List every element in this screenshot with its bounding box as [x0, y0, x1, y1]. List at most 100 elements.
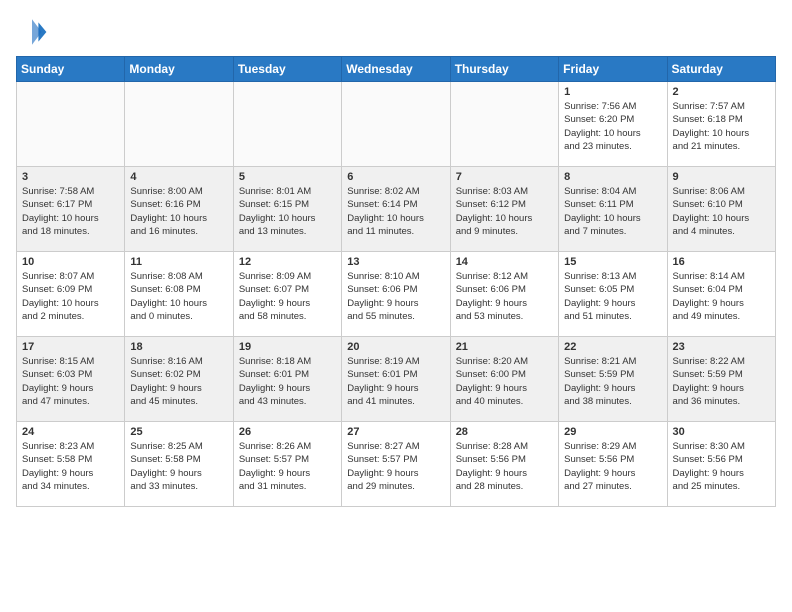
- calendar-week-row: 17 Sunrise: 8:15 AM Sunset: 6:03 PM Dayli…: [17, 337, 776, 422]
- day-number: 4: [130, 171, 227, 183]
- calendar-week-row: 3Sunrise: 7:58 AM Sunset: 6:17 PM Daylig…: [17, 167, 776, 252]
- day-info: Sunrise: 8:09 AM Sunset: 6:07 PM Dayligh…: [239, 270, 336, 323]
- calendar-week-row: 10Sunrise: 8:07 AM Sunset: 6:09 PM Dayli…: [17, 252, 776, 337]
- weekday-header: Tuesday: [233, 57, 341, 82]
- calendar-day-cell: 4 Sunrise: 8:00 AM Sunset: 6:16 PM Daylig…: [125, 167, 233, 252]
- day-info: Sunrise: 8:21 AM Sunset: 5:59 PM Dayligh…: [564, 355, 661, 408]
- calendar-day-cell: 16 Sunrise: 8:14 AM Sunset: 6:04 PM Dayli…: [667, 252, 775, 337]
- day-info: Sunrise: 8:13 AM Sunset: 6:05 PM Dayligh…: [564, 270, 661, 323]
- day-number: 11: [130, 256, 227, 268]
- day-info: Sunrise: 8:00 AM Sunset: 6:16 PM Dayligh…: [130, 185, 227, 238]
- day-number: 25: [130, 426, 227, 438]
- calendar-day-cell: 28 Sunrise: 8:28 AM Sunset: 5:56 PM Dayli…: [450, 422, 558, 507]
- day-number: 12: [239, 256, 336, 268]
- day-info: Sunrise: 8:28 AM Sunset: 5:56 PM Dayligh…: [456, 440, 553, 493]
- day-info: Sunrise: 7:58 AM Sunset: 6:17 PM Dayligh…: [22, 185, 119, 238]
- calendar-day-cell: [342, 82, 450, 167]
- logo: [16, 16, 52, 48]
- calendar-day-cell: 17 Sunrise: 8:15 AM Sunset: 6:03 PM Dayli…: [17, 337, 125, 422]
- day-number: 24: [22, 426, 119, 438]
- weekday-header: Sunday: [17, 57, 125, 82]
- day-info: Sunrise: 8:27 AM Sunset: 5:57 PM Dayligh…: [347, 440, 444, 493]
- calendar-day-cell: [450, 82, 558, 167]
- day-number: 19: [239, 341, 336, 353]
- day-info: Sunrise: 8:07 AM Sunset: 6:09 PM Dayligh…: [22, 270, 119, 323]
- calendar-day-cell: [125, 82, 233, 167]
- calendar-day-cell: 24 Sunrise: 8:23 AM Sunset: 5:58 PM Dayli…: [17, 422, 125, 507]
- day-info: Sunrise: 8:26 AM Sunset: 5:57 PM Dayligh…: [239, 440, 336, 493]
- calendar-day-cell: 13 Sunrise: 8:10 AM Sunset: 6:06 PM Dayli…: [342, 252, 450, 337]
- calendar: SundayMondayTuesdayWednesdayThursdayFrid…: [16, 56, 776, 507]
- weekday-header: Saturday: [667, 57, 775, 82]
- day-info: Sunrise: 7:56 AM Sunset: 6:20 PM Dayligh…: [564, 100, 661, 153]
- day-number: 21: [456, 341, 553, 353]
- calendar-day-cell: 25 Sunrise: 8:25 AM Sunset: 5:58 PM Dayli…: [125, 422, 233, 507]
- day-info: Sunrise: 8:03 AM Sunset: 6:12 PM Dayligh…: [456, 185, 553, 238]
- calendar-day-cell: [17, 82, 125, 167]
- day-info: Sunrise: 8:01 AM Sunset: 6:15 PM Dayligh…: [239, 185, 336, 238]
- day-info: Sunrise: 8:20 AM Sunset: 6:00 PM Dayligh…: [456, 355, 553, 408]
- day-number: 5: [239, 171, 336, 183]
- calendar-day-cell: 29 Sunrise: 8:29 AM Sunset: 5:56 PM Dayli…: [559, 422, 667, 507]
- day-number: 17: [22, 341, 119, 353]
- day-info: Sunrise: 8:08 AM Sunset: 6:08 PM Dayligh…: [130, 270, 227, 323]
- day-number: 8: [564, 171, 661, 183]
- day-number: 30: [673, 426, 770, 438]
- calendar-day-cell: [233, 82, 341, 167]
- day-number: 7: [456, 171, 553, 183]
- logo-icon: [16, 16, 48, 48]
- day-info: Sunrise: 8:15 AM Sunset: 6:03 PM Dayligh…: [22, 355, 119, 408]
- day-info: Sunrise: 8:23 AM Sunset: 5:58 PM Dayligh…: [22, 440, 119, 493]
- day-info: Sunrise: 8:12 AM Sunset: 6:06 PM Dayligh…: [456, 270, 553, 323]
- calendar-day-cell: 10Sunrise: 8:07 AM Sunset: 6:09 PM Dayli…: [17, 252, 125, 337]
- day-number: 9: [673, 171, 770, 183]
- day-info: Sunrise: 8:25 AM Sunset: 5:58 PM Dayligh…: [130, 440, 227, 493]
- day-info: Sunrise: 8:19 AM Sunset: 6:01 PM Dayligh…: [347, 355, 444, 408]
- day-info: Sunrise: 8:02 AM Sunset: 6:14 PM Dayligh…: [347, 185, 444, 238]
- calendar-day-cell: 18 Sunrise: 8:16 AM Sunset: 6:02 PM Dayli…: [125, 337, 233, 422]
- day-number: 28: [456, 426, 553, 438]
- day-info: Sunrise: 8:18 AM Sunset: 6:01 PM Dayligh…: [239, 355, 336, 408]
- day-info: Sunrise: 8:16 AM Sunset: 6:02 PM Dayligh…: [130, 355, 227, 408]
- day-number: 20: [347, 341, 444, 353]
- day-number: 16: [673, 256, 770, 268]
- calendar-day-cell: 5 Sunrise: 8:01 AM Sunset: 6:15 PM Daylig…: [233, 167, 341, 252]
- day-number: 1: [564, 86, 661, 98]
- day-info: Sunrise: 8:22 AM Sunset: 5:59 PM Dayligh…: [673, 355, 770, 408]
- day-info: Sunrise: 7:57 AM Sunset: 6:18 PM Dayligh…: [673, 100, 770, 153]
- calendar-day-cell: 21 Sunrise: 8:20 AM Sunset: 6:00 PM Dayli…: [450, 337, 558, 422]
- calendar-day-cell: 1 Sunrise: 7:56 AM Sunset: 6:20 PM Daylig…: [559, 82, 667, 167]
- calendar-day-cell: 26Sunrise: 8:26 AM Sunset: 5:57 PM Dayli…: [233, 422, 341, 507]
- calendar-day-cell: 23 Sunrise: 8:22 AM Sunset: 5:59 PM Dayli…: [667, 337, 775, 422]
- calendar-day-cell: 2 Sunrise: 7:57 AM Sunset: 6:18 PM Daylig…: [667, 82, 775, 167]
- calendar-day-cell: 12 Sunrise: 8:09 AM Sunset: 6:07 PM Dayli…: [233, 252, 341, 337]
- weekday-header: Friday: [559, 57, 667, 82]
- weekday-header: Wednesday: [342, 57, 450, 82]
- weekday-header: Thursday: [450, 57, 558, 82]
- calendar-day-cell: 15Sunrise: 8:13 AM Sunset: 6:05 PM Dayli…: [559, 252, 667, 337]
- calendar-day-cell: 22 Sunrise: 8:21 AM Sunset: 5:59 PM Dayli…: [559, 337, 667, 422]
- day-info: Sunrise: 8:29 AM Sunset: 5:56 PM Dayligh…: [564, 440, 661, 493]
- calendar-day-cell: 9Sunrise: 8:06 AM Sunset: 6:10 PM Daylig…: [667, 167, 775, 252]
- page: SundayMondayTuesdayWednesdayThursdayFrid…: [0, 0, 792, 523]
- calendar-day-cell: 7 Sunrise: 8:03 AM Sunset: 6:12 PM Daylig…: [450, 167, 558, 252]
- calendar-week-row: 24 Sunrise: 8:23 AM Sunset: 5:58 PM Dayli…: [17, 422, 776, 507]
- day-number: 23: [673, 341, 770, 353]
- day-number: 6: [347, 171, 444, 183]
- calendar-day-cell: 20 Sunrise: 8:19 AM Sunset: 6:01 PM Dayli…: [342, 337, 450, 422]
- day-number: 27: [347, 426, 444, 438]
- day-info: Sunrise: 8:10 AM Sunset: 6:06 PM Dayligh…: [347, 270, 444, 323]
- calendar-day-cell: 6 Sunrise: 8:02 AM Sunset: 6:14 PM Daylig…: [342, 167, 450, 252]
- calendar-day-cell: 11 Sunrise: 8:08 AM Sunset: 6:08 PM Dayli…: [125, 252, 233, 337]
- day-number: 2: [673, 86, 770, 98]
- day-number: 29: [564, 426, 661, 438]
- header: [16, 16, 776, 48]
- calendar-day-cell: 27 Sunrise: 8:27 AM Sunset: 5:57 PM Dayli…: [342, 422, 450, 507]
- day-number: 13: [347, 256, 444, 268]
- day-number: 18: [130, 341, 227, 353]
- day-number: 22: [564, 341, 661, 353]
- calendar-day-cell: 3Sunrise: 7:58 AM Sunset: 6:17 PM Daylig…: [17, 167, 125, 252]
- day-number: 14: [456, 256, 553, 268]
- day-info: Sunrise: 8:14 AM Sunset: 6:04 PM Dayligh…: [673, 270, 770, 323]
- calendar-day-cell: 30Sunrise: 8:30 AM Sunset: 5:56 PM Dayli…: [667, 422, 775, 507]
